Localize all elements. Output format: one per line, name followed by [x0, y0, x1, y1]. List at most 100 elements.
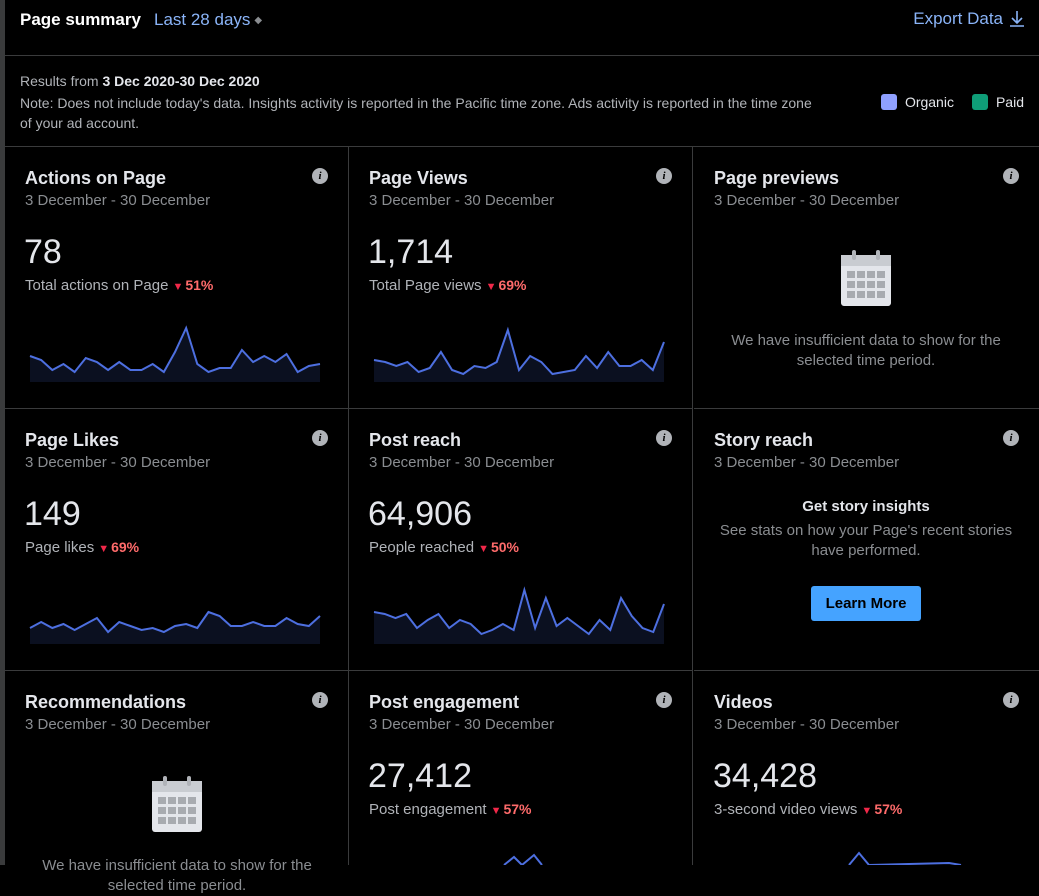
card-date: 3 December - 30 December — [714, 454, 900, 471]
info-icon[interactable]: i — [656, 168, 672, 184]
card-title: Page previews — [714, 168, 840, 188]
results-range: Results from 3 Dec 2020-30 Dec 2020 — [20, 73, 260, 89]
calendar-icon — [152, 776, 202, 832]
card-delta: 57% — [874, 801, 903, 817]
card-subtitle: People reached ▼ 50% — [369, 539, 519, 556]
card-subtitle: Page likes ▼ 69% — [25, 539, 139, 556]
card-title: Post reach — [369, 430, 462, 450]
info-icon[interactable]: i — [656, 430, 672, 446]
down-arrow-icon: ▼ — [485, 281, 497, 293]
card-title: Page Views — [369, 168, 468, 188]
card-value: 1,714 — [368, 233, 454, 271]
card-subtitle-text: Post engagement — [369, 801, 487, 818]
page-header: Page summary Last 28 days ◆ Export Data — [5, 0, 1039, 56]
card-title: Post engagement — [369, 692, 520, 712]
card-videos[interactable]: Videos 3 December - 30 December i 34,428… — [694, 671, 1039, 865]
results-info: Results from 3 Dec 2020-30 Dec 2020 Note… — [5, 56, 1039, 147]
metrics-grid: Actions on Page 3 December - 30 December… — [5, 147, 1039, 894]
card-subtitle-text: Total Page views — [369, 277, 482, 294]
down-arrow-icon: ▼ — [490, 805, 502, 817]
card-page-likes[interactable]: Page Likes 3 December - 30 December i 14… — [5, 409, 349, 671]
card-subtitle: Post engagement ▼ 57% — [369, 801, 532, 818]
sparkline-chart — [503, 853, 543, 865]
empty-state-text: We have insufficient data to show for th… — [42, 857, 312, 894]
info-icon[interactable]: i — [312, 692, 328, 708]
info-icon[interactable]: i — [1003, 168, 1019, 184]
card-delta: 50% — [490, 539, 520, 555]
card-value: 27,412 — [368, 757, 472, 795]
empty-state-text: We have insufficient data to show for th… — [731, 332, 1001, 369]
card-date: 3 December - 30 December — [369, 192, 555, 209]
download-icon — [1010, 11, 1024, 27]
legend-paid-label: Paid — [995, 94, 1024, 110]
legend-paid: Paid — [971, 94, 1024, 110]
card-title: Videos — [714, 692, 773, 712]
results-prefix: Results from — [20, 73, 99, 89]
card-subtitle-text: Total actions on Page — [25, 277, 169, 294]
down-arrow-icon: ▼ — [861, 805, 873, 817]
legend: Organic Paid — [880, 94, 1024, 110]
story-insights-title: Get story insights — [802, 498, 930, 515]
card-value: 149 — [24, 495, 81, 533]
card-delta: 57% — [503, 801, 532, 817]
card-title: Actions on Page — [25, 168, 167, 188]
card-subtitle: Total Page views ▼ 69% — [369, 277, 526, 294]
card-title: Recommendations — [25, 692, 187, 712]
sparkline-chart — [373, 586, 665, 644]
card-value: 64,906 — [368, 495, 472, 533]
card-date: 3 December - 30 December — [25, 454, 211, 471]
card-page-views[interactable]: Page Views 3 December - 30 December i 1,… — [349, 147, 693, 409]
sparkline-area — [30, 328, 320, 382]
sparkline-chart — [29, 610, 321, 644]
legend-organic-label: Organic — [904, 94, 954, 110]
paid-swatch — [971, 94, 988, 110]
card-date: 3 December - 30 December — [714, 716, 900, 733]
card-recommendations[interactable]: Recommendations 3 December - 30 December… — [5, 671, 349, 894]
info-icon[interactable]: i — [1003, 430, 1019, 446]
info-icon[interactable]: i — [1003, 692, 1019, 708]
card-title: Page Likes — [25, 430, 120, 450]
info-icon[interactable]: i — [312, 430, 328, 446]
card-subtitle: Total actions on Page ▼ 51% — [25, 277, 213, 294]
card-date: 3 December - 30 December — [25, 716, 211, 733]
export-label: Export Data — [913, 9, 1003, 28]
page-title: Page summary — [20, 10, 141, 29]
info-icon[interactable]: i — [656, 692, 672, 708]
card-post-reach[interactable]: Post reach 3 December - 30 December i 64… — [349, 409, 693, 671]
card-delta: 51% — [185, 277, 214, 293]
date-range-label: Last 28 days — [154, 10, 251, 29]
card-delta: 69% — [498, 277, 527, 293]
card-subtitle: 3-second video views ▼ 57% — [714, 801, 902, 818]
card-value: 78 — [24, 233, 62, 271]
card-value: 34,428 — [713, 757, 817, 795]
results-note: Note: Does not include today's data. Ins… — [20, 95, 812, 131]
sparkline-chart — [848, 851, 962, 865]
sparkline-chart — [29, 325, 321, 382]
card-title: Story reach — [714, 430, 814, 450]
sparkline-chart — [373, 326, 665, 382]
card-subtitle-text: 3-second video views — [714, 801, 858, 818]
legend-organic: Organic — [880, 94, 954, 110]
organic-swatch — [880, 94, 897, 110]
card-subtitle-text: Page likes — [25, 539, 95, 556]
card-date: 3 December - 30 December — [25, 192, 211, 209]
chevron-updown-icon: ◆ — [254, 15, 263, 27]
down-arrow-icon: ▼ — [478, 543, 489, 555]
card-date: 3 December - 30 December — [369, 454, 555, 471]
results-dates: 3 Dec 2020-30 Dec 2020 — [102, 73, 260, 89]
card-post-engagement[interactable]: Post engagement 3 December - 30 December… — [349, 671, 693, 865]
info-icon[interactable]: i — [312, 168, 328, 184]
calendar-icon — [841, 250, 891, 306]
sparkline-area — [30, 612, 320, 644]
export-data-button[interactable]: Export Data — [913, 9, 1025, 29]
card-delta: 69% — [111, 539, 140, 555]
card-date: 3 December - 30 December — [714, 192, 900, 209]
learn-more-button[interactable]: Learn More — [811, 586, 921, 621]
down-arrow-icon: ▼ — [172, 281, 184, 293]
sparkline-area — [374, 330, 664, 382]
story-insights-text: See stats on how your Page's recent stor… — [719, 522, 1013, 559]
card-actions-on-page[interactable]: Actions on Page 3 December - 30 December… — [5, 147, 349, 409]
date-range-dropdown[interactable]: Last 28 days ◆ — [154, 10, 262, 30]
card-story-reach[interactable]: Story reach 3 December - 30 December i G… — [694, 409, 1039, 671]
card-page-previews[interactable]: Page previews 3 December - 30 December i… — [694, 147, 1039, 409]
